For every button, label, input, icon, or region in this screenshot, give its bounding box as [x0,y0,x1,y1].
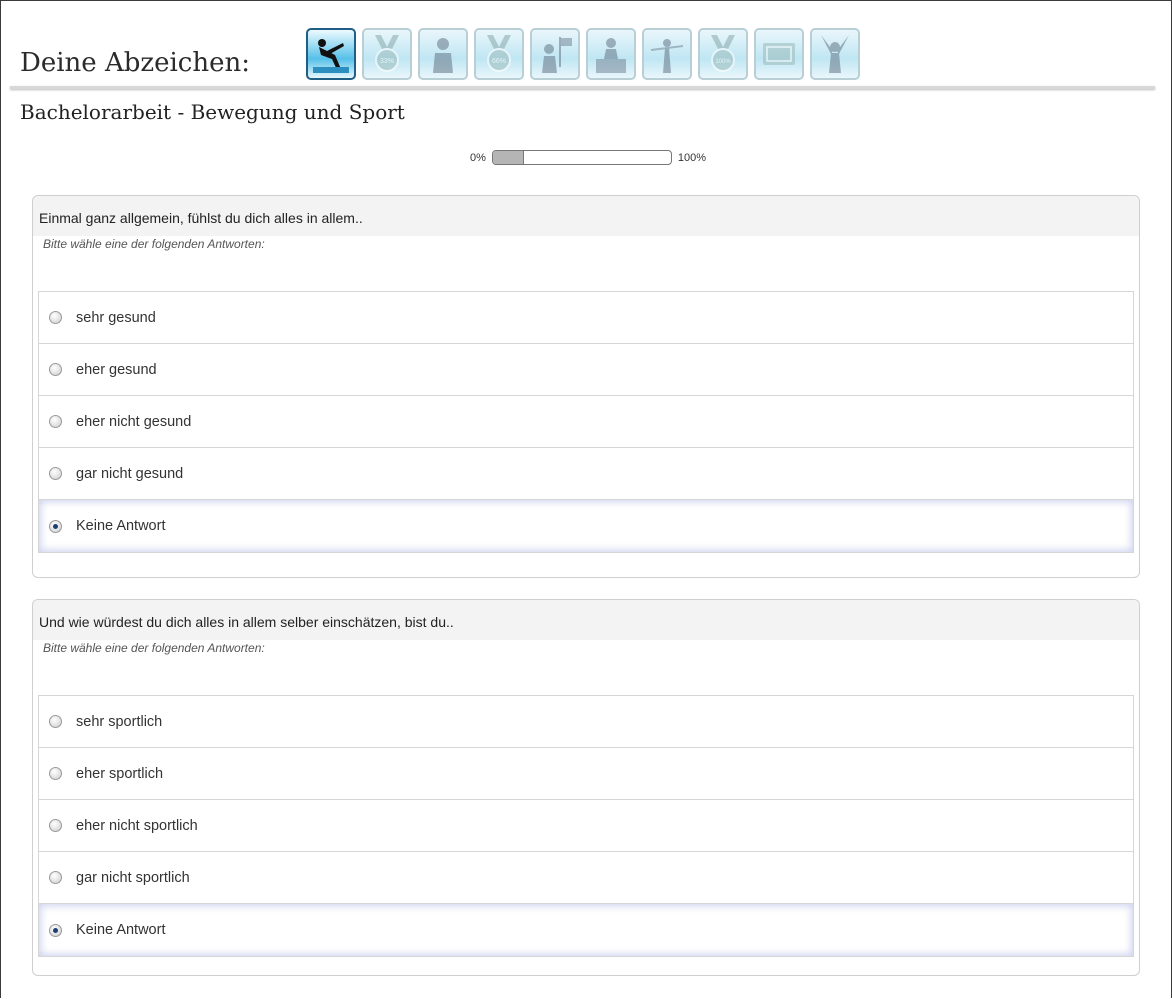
podium-badge[interactable] [586,28,636,80]
cheering-icon [821,35,849,73]
question-help: Bitte wähle eine der folgenden Antworten… [43,641,265,655]
answer-label: gar nicht gesund [76,465,184,482]
progress-fill [492,151,525,164]
medal-33-icon: 33% [375,35,399,72]
answer-option[interactable]: sehr sportlich [39,696,1133,748]
answer-option[interactable]: Keine Antwort [39,904,1133,956]
answer-label: gar nicht sportlich [76,869,190,886]
answer-label: sehr sportlich [76,713,163,730]
question-text: Und wie würdest du dich alles in allem s… [33,600,1139,640]
question-help: Bitte wähle eine der folgenden Antworten… [43,237,265,251]
ticket-icon [763,43,795,65]
progress-bar: 0% 100% [470,150,706,165]
ticket-badge[interactable] [754,28,804,80]
radio-button[interactable] [49,871,62,884]
person-icon [433,38,453,73]
answer-option[interactable]: eher nicht gesund [39,396,1133,448]
medal-33-badge[interactable]: 33% [362,28,412,80]
flag-person-badge[interactable] [530,28,580,80]
radio-button[interactable] [49,923,62,937]
answer-label: eher sportlich [76,765,164,782]
finish-line-badge[interactable] [642,28,692,80]
progress-max-label: 100% [677,151,707,164]
person-badge[interactable] [418,28,468,80]
radio-button[interactable] [49,467,62,480]
answer-list: sehr gesund eher gesund eher nicht gesun… [38,291,1134,553]
answer-option[interactable]: eher nicht sportlich [39,800,1133,852]
answer-label: eher gesund [76,361,157,378]
radio-button[interactable] [49,415,62,428]
radio-button[interactable] [49,767,62,780]
answer-label: sehr gesund [76,309,156,326]
svg-text:100%: 100% [715,59,731,65]
answer-option[interactable]: gar nicht gesund [39,448,1133,500]
answer-list: sehr sportlich eher sportlich eher nicht… [38,695,1134,957]
question-2: Und wie würdest du dich alles in allem s… [32,599,1140,976]
radio-button[interactable] [49,819,62,832]
answer-option[interactable]: gar nicht sportlich [39,852,1133,904]
answer-option[interactable]: eher sportlich [39,748,1133,800]
svg-text:66%: 66% [492,58,506,65]
survey-title: Bachelorarbeit - Bewegung und Sport [20,100,405,124]
podium-icon [596,38,626,73]
progress-min-label: 0% [470,151,486,164]
finish-line-icon [651,39,683,73]
answer-label: eher nicht gesund [76,413,192,430]
flag-person-icon [542,37,572,73]
radio-button[interactable] [49,519,62,533]
radio-button[interactable] [49,715,62,728]
radio-button[interactable] [49,363,62,376]
swimmer-icon [313,39,349,73]
progress-track [491,150,672,165]
answer-label: Keine Antwort [76,518,166,534]
medal-66-badge[interactable]: 66% [474,28,524,80]
question-1: Einmal ganz allgemein, fühlst du dich al… [32,195,1140,578]
medal-100-icon: 100% [711,35,735,72]
badge-list: 33% 66% 100% [306,28,860,80]
swimmer-badge[interactable] [306,28,356,80]
svg-text:33%: 33% [380,58,394,65]
medal-100-badge[interactable]: 100% [698,28,748,80]
header-divider [10,86,1155,89]
answer-option[interactable]: Keine Antwort [39,500,1133,552]
radio-button[interactable] [49,311,62,324]
answer-label: eher nicht sportlich [76,817,198,834]
medal-66-icon: 66% [487,35,511,72]
cheering-badge[interactable] [810,28,860,80]
question-text: Einmal ganz allgemein, fühlst du dich al… [33,196,1139,236]
answer-option[interactable]: eher gesund [39,344,1133,396]
answer-option[interactable]: sehr gesund [39,292,1133,344]
badges-title: Deine Abzeichen: [20,48,250,78]
answer-label: Keine Antwort [76,922,166,938]
